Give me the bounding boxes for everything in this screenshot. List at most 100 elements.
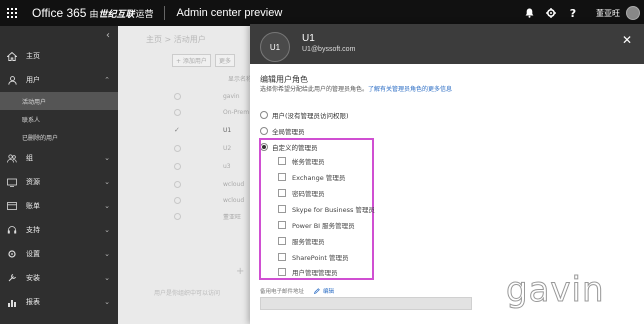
table-row[interactable]: On-Prem bbox=[174, 104, 258, 120]
checkbox-label: Exchange 管理员 bbox=[292, 174, 346, 182]
operator-logo: 世纪互联 bbox=[98, 9, 135, 20]
radio-button[interactable] bbox=[260, 127, 268, 135]
nav-item-billing[interactable]: 账单 ⌄ bbox=[0, 194, 118, 218]
chevron-down-icon: ⌄ bbox=[104, 274, 110, 282]
brand-name[interactable]: Office 365 bbox=[32, 6, 86, 20]
checkbox[interactable] bbox=[278, 268, 286, 276]
checkbox-label: Skype for Business 管理员 bbox=[292, 206, 375, 214]
learn-more-link[interactable]: 了解有关管理员角色的更多信息 bbox=[368, 86, 452, 93]
nav-label: 设置 bbox=[26, 250, 40, 258]
checkbox-label: Power BI 服务管理员 bbox=[292, 222, 355, 230]
row-select[interactable] bbox=[174, 180, 181, 188]
role-checkbox-user-management[interactable]: 用户管理管理员 bbox=[278, 267, 338, 277]
nav-subitem-deleted-users[interactable]: 已删除的用户 bbox=[0, 128, 118, 146]
nav-subitem-active-users[interactable]: 活动用户 bbox=[0, 92, 118, 110]
resources-icon bbox=[6, 176, 18, 188]
nav-label: 组 bbox=[26, 154, 33, 162]
row-select[interactable] bbox=[174, 108, 181, 116]
role-checkbox-billing[interactable]: 帐务管理员 bbox=[278, 156, 325, 166]
table-row[interactable]: wcloud bbox=[174, 192, 258, 208]
nav-subitem-contacts[interactable]: 联系人 bbox=[0, 110, 118, 128]
collapse-nav-icon[interactable]: ‹ bbox=[0, 26, 118, 44]
column-header-display-name[interactable]: 显示名称 bbox=[228, 74, 252, 83]
role-checkbox-password[interactable]: 密码管理员 bbox=[278, 188, 325, 198]
app-title: Admin center preview bbox=[176, 7, 283, 19]
nav-item-reports[interactable]: 报表 ⌄ bbox=[0, 290, 118, 314]
alternate-email-row: 备用电子邮件地址 编辑 bbox=[260, 287, 334, 295]
user-display-name: wcloud bbox=[223, 196, 245, 204]
bell-icon[interactable] bbox=[518, 0, 540, 26]
gear-icon[interactable] bbox=[540, 0, 562, 26]
nav-item-settings[interactable]: 设置 ⌄ bbox=[0, 242, 118, 266]
nav-item-groups[interactable]: 组 ⌄ bbox=[0, 146, 118, 170]
nav-item-setup[interactable]: 安装 ⌄ bbox=[0, 266, 118, 290]
add-user-button[interactable]: + 添加用户 bbox=[172, 54, 211, 67]
home-icon bbox=[6, 50, 18, 62]
row-select[interactable] bbox=[174, 162, 181, 170]
checkbox[interactable] bbox=[278, 205, 286, 213]
row-select[interactable] bbox=[174, 144, 181, 152]
user-avatar-large: U1 bbox=[260, 32, 290, 62]
support-icon bbox=[6, 224, 18, 236]
table-row[interactable]: 董亚旺 bbox=[174, 208, 258, 224]
checkbox[interactable] bbox=[278, 173, 286, 181]
alternate-email-label: 备用电子邮件地址 bbox=[260, 289, 305, 295]
table-row[interactable]: gavin bbox=[174, 88, 258, 104]
reports-icon bbox=[6, 296, 18, 308]
app-launcher-icon[interactable] bbox=[0, 0, 24, 26]
nav-label: 支持 bbox=[26, 226, 40, 234]
checkbox-label: SharePoint 管理员 bbox=[292, 254, 349, 262]
role-checkbox-powerbi[interactable]: Power BI 服务管理员 bbox=[278, 220, 355, 230]
more-button[interactable]: 更多 bbox=[214, 54, 235, 67]
table-row[interactable]: U2 bbox=[174, 140, 258, 156]
panel-title: 编辑用户角色 bbox=[260, 75, 308, 84]
row-select[interactable] bbox=[174, 92, 181, 100]
checkbox[interactable] bbox=[278, 237, 286, 245]
checkbox[interactable] bbox=[278, 221, 286, 229]
role-checkbox-exchange[interactable]: Exchange 管理员 bbox=[278, 172, 345, 182]
watermark-text: gavin bbox=[506, 270, 605, 311]
checkbox[interactable] bbox=[278, 253, 286, 261]
radio-label: 全局管理员 bbox=[272, 128, 305, 136]
edit-label: 编辑 bbox=[323, 289, 335, 295]
chevron-down-icon: ⌄ bbox=[104, 298, 110, 306]
nav-label: 账单 bbox=[26, 202, 40, 210]
table-row[interactable]: u3 bbox=[174, 158, 258, 174]
user-display-name: u3 bbox=[223, 162, 231, 170]
close-icon[interactable]: ✕ bbox=[622, 33, 632, 47]
user-name[interactable]: 董亚旺 bbox=[596, 8, 620, 19]
breadcrumb: 主页 > 活动用户 bbox=[146, 35, 206, 44]
radio-button[interactable] bbox=[260, 111, 268, 119]
panel-user-email: U1@byssoft.com bbox=[302, 46, 356, 53]
role-checkbox-sharepoint[interactable]: SharePoint 管理员 bbox=[278, 252, 348, 262]
user-display-name: On-Prem bbox=[223, 108, 250, 116]
nav-item-resources[interactable]: 资源 ⌄ bbox=[0, 170, 118, 194]
chevron-down-icon: ⌄ bbox=[104, 250, 110, 258]
add-icon[interactable]: + bbox=[236, 266, 244, 277]
checkbox[interactable] bbox=[278, 157, 286, 165]
alternate-email-input[interactable] bbox=[260, 297, 472, 310]
nav-item-home[interactable]: 主页 bbox=[0, 44, 118, 68]
checkmark-icon[interactable]: ✓ bbox=[174, 126, 181, 134]
user-display-name: gavin bbox=[223, 92, 240, 100]
table-row[interactable]: ✓ U1 bbox=[174, 122, 258, 138]
nav-item-support[interactable]: 支持 ⌄ bbox=[0, 218, 118, 242]
checkbox-label: 服务管理员 bbox=[292, 238, 325, 246]
edit-link[interactable]: 编辑 bbox=[314, 287, 334, 295]
table-row[interactable]: wcloud bbox=[174, 176, 258, 192]
role-radio-global-admin[interactable]: 全局管理员 bbox=[260, 126, 305, 136]
role-checkbox-skype[interactable]: Skype for Business 管理员 bbox=[278, 204, 375, 214]
user-avatar[interactable] bbox=[626, 6, 640, 20]
user-display-name: U2 bbox=[223, 144, 232, 152]
role-radio-user[interactable]: 用户(没有管理员访问权限) bbox=[260, 110, 349, 120]
panel-header: U1 U1 U1@byssoft.com ✕ bbox=[250, 24, 644, 64]
row-select[interactable] bbox=[174, 212, 181, 220]
checkbox[interactable] bbox=[278, 189, 286, 197]
help-icon[interactable]: ? bbox=[562, 0, 584, 26]
row-select[interactable] bbox=[174, 196, 181, 204]
checkbox-label: 帐务管理员 bbox=[292, 158, 325, 166]
role-checkbox-service[interactable]: 服务管理员 bbox=[278, 236, 325, 246]
nav-item-users[interactable]: 用户 ⌃ bbox=[0, 68, 118, 92]
user-icon bbox=[6, 74, 18, 86]
chevron-up-icon: ⌃ bbox=[104, 76, 110, 84]
